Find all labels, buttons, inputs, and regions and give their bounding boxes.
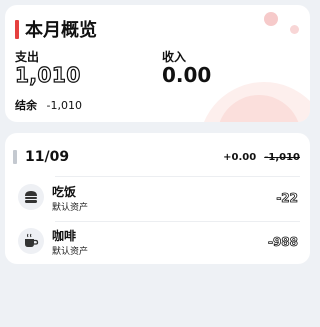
divider xyxy=(55,176,300,177)
day-header[interactable]: 11/09 +0.00 -1,010 xyxy=(13,148,300,166)
decorative-circle xyxy=(264,12,278,26)
transaction-account: 默认资产 xyxy=(52,247,89,257)
decorative-circle xyxy=(290,25,299,34)
page-title: 本月概览 xyxy=(25,20,97,41)
day-expense-total: -1,010 xyxy=(264,151,300,163)
burger-icon xyxy=(18,184,44,210)
transaction-amount: -22 xyxy=(276,191,298,206)
balance-label: 结余 xyxy=(15,99,37,112)
day-date: 11/09 xyxy=(25,149,70,165)
daily-transactions-card: 11/09 +0.00 -1,010 吃饭 默认资产 -22 咖啡 默认资产 -… xyxy=(5,133,310,264)
day-accent-bar xyxy=(13,150,17,164)
transaction-account: 默认资产 xyxy=(52,203,89,213)
decorative-circle xyxy=(199,82,310,122)
balance-value: -1,010 xyxy=(46,99,82,112)
transaction-row[interactable]: 吃饭 默认资产 -22 xyxy=(18,180,300,220)
day-income-total: +0.00 xyxy=(223,151,257,163)
title-accent-bar xyxy=(15,19,19,39)
transaction-category: 咖啡 xyxy=(52,229,77,243)
transaction-category: 吃饭 xyxy=(52,185,77,199)
transaction-amount: -988 xyxy=(267,235,299,250)
decorative-circle xyxy=(217,95,301,122)
summary-header: 本月概览 xyxy=(15,16,97,42)
transaction-row[interactable]: 咖啡 默认资产 -988 xyxy=(18,224,300,264)
balance-row: 结余 -1,010 xyxy=(15,97,82,113)
income-total: 0.00 xyxy=(162,63,212,87)
expense-total: 1,010 xyxy=(14,62,81,87)
coffee-cup-icon xyxy=(18,228,44,254)
divider xyxy=(55,221,300,222)
day-totals: +0.00 -1,010 xyxy=(223,152,300,163)
monthly-summary-card: 本月概览 支出 收入 1,010 0.00 结余 -1,010 xyxy=(5,5,310,122)
